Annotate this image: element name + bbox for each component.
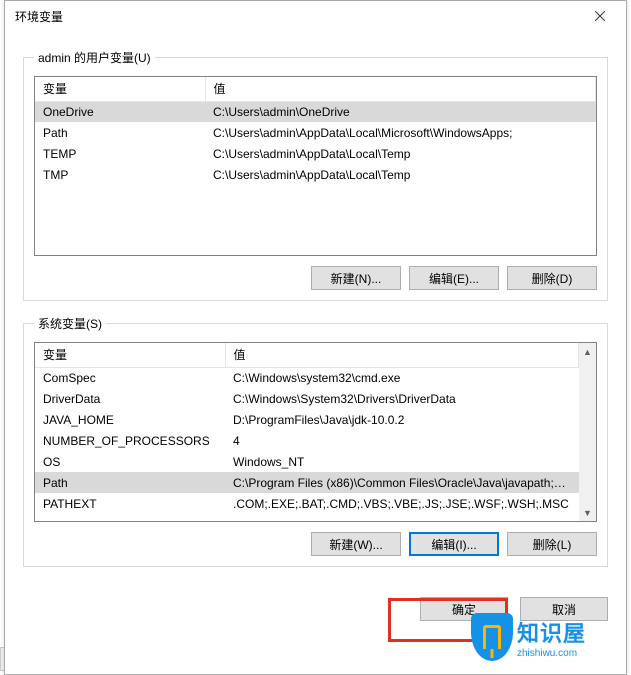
- table-row[interactable]: OneDrive C:\Users\admin\OneDrive: [35, 101, 596, 122]
- cancel-button[interactable]: 取消: [520, 597, 608, 621]
- var-name: TMP: [35, 164, 205, 185]
- var-value: C:\Users\admin\AppData\Local\Temp: [205, 164, 596, 185]
- sys-edit-button[interactable]: 编辑(I)...: [409, 532, 499, 556]
- user-vars-table-wrap: 变量 值 OneDrive C:\Users\admin\OneDrive Pa…: [34, 76, 597, 256]
- table-row[interactable]: TEMP C:\Users\admin\AppData\Local\Temp: [35, 143, 596, 164]
- scrollbar[interactable]: ▲ ▼: [579, 343, 596, 521]
- user-vars-legend: admin 的用户变量(U): [34, 49, 155, 66]
- user-vars-group: admin 的用户变量(U) 变量 值 OneDrive C:\Users\ad…: [23, 49, 608, 301]
- var-name: OS: [35, 451, 225, 472]
- var-value: .COM;.EXE;.BAT;.CMD;.VBS;.VBE;.JS;.JSE;.…: [225, 493, 579, 514]
- var-name: OneDrive: [35, 101, 205, 122]
- user-col-var[interactable]: 变量: [35, 77, 205, 101]
- var-name: DriverData: [35, 388, 225, 409]
- var-value: 4: [225, 430, 579, 451]
- table-row[interactable]: TMP C:\Users\admin\AppData\Local\Temp: [35, 164, 596, 185]
- var-value: C:\Users\admin\AppData\Local\Temp: [205, 143, 596, 164]
- user-vars-buttons: 新建(N)... 编辑(E)... 删除(D): [34, 266, 597, 290]
- system-vars-table[interactable]: 变量 值 ComSpec C:\Windows\system32\cmd.exe…: [35, 343, 579, 514]
- table-row[interactable]: NUMBER_OF_PROCESSORS 4: [35, 430, 579, 451]
- var-name: Path: [35, 472, 225, 493]
- user-delete-button[interactable]: 删除(D): [507, 266, 597, 290]
- table-row[interactable]: OS Windows_NT: [35, 451, 579, 472]
- table-row[interactable]: JAVA_HOME D:\ProgramFiles\Java\jdk-10.0.…: [35, 409, 579, 430]
- dialog-content: admin 的用户变量(U) 变量 值 OneDrive C:\Users\ad…: [5, 31, 626, 593]
- sys-col-var[interactable]: 变量: [35, 343, 225, 367]
- var-name: Path: [35, 122, 205, 143]
- titlebar: 环境变量: [5, 1, 626, 31]
- user-vars-table[interactable]: 变量 值 OneDrive C:\Users\admin\OneDrive Pa…: [35, 77, 596, 185]
- close-icon: [595, 11, 605, 21]
- var-value: C:\Program Files (x86)\Common Files\Orac…: [225, 472, 579, 493]
- env-vars-dialog: 环境变量 admin 的用户变量(U) 变量 值 OneDrive C:\Us: [4, 0, 627, 675]
- table-row[interactable]: DriverData C:\Windows\System32\Drivers\D…: [35, 388, 579, 409]
- table-row[interactable]: Path C:\Users\admin\AppData\Local\Micros…: [35, 122, 596, 143]
- scroll-down-icon[interactable]: ▼: [579, 504, 596, 521]
- window-title: 环境变量: [15, 8, 577, 25]
- var-value: Windows_NT: [225, 451, 579, 472]
- table-row[interactable]: PATHEXT .COM;.EXE;.BAT;.CMD;.VBS;.VBE;.J…: [35, 493, 579, 514]
- var-name: PATHEXT: [35, 493, 225, 514]
- var-name: TEMP: [35, 143, 205, 164]
- var-value: D:\ProgramFiles\Java\jdk-10.0.2: [225, 409, 579, 430]
- var-name: JAVA_HOME: [35, 409, 225, 430]
- user-col-val[interactable]: 值: [205, 77, 596, 101]
- var-value: C:\Users\admin\AppData\Local\Microsoft\W…: [205, 122, 596, 143]
- system-vars-group: 系统变量(S) ▲ ▼ 变量 值 ComSpec C: [23, 315, 608, 567]
- var-name: NUMBER_OF_PROCESSORS: [35, 430, 225, 451]
- dialog-button-row: 确定 取消: [5, 593, 626, 621]
- scroll-up-icon[interactable]: ▲: [579, 343, 596, 360]
- var-value: C:\Windows\System32\Drivers\DriverData: [225, 388, 579, 409]
- close-button[interactable]: [577, 2, 622, 30]
- system-vars-table-wrap: ▲ ▼ 变量 值 ComSpec C:\Windows\system32\cmd…: [34, 342, 597, 522]
- user-edit-button[interactable]: 编辑(E)...: [409, 266, 499, 290]
- sys-col-val[interactable]: 值: [225, 343, 579, 367]
- table-row[interactable]: Path C:\Program Files (x86)\Common Files…: [35, 472, 579, 493]
- system-vars-legend: 系统变量(S): [34, 315, 106, 332]
- sys-delete-button[interactable]: 删除(L): [507, 532, 597, 556]
- var-value: C:\Users\admin\OneDrive: [205, 101, 596, 122]
- system-vars-buttons: 新建(W)... 编辑(I)... 删除(L): [34, 532, 597, 556]
- var-value: C:\Windows\system32\cmd.exe: [225, 367, 579, 388]
- user-new-button[interactable]: 新建(N)...: [311, 266, 401, 290]
- var-name: ComSpec: [35, 367, 225, 388]
- table-row[interactable]: ComSpec C:\Windows\system32\cmd.exe: [35, 367, 579, 388]
- sys-new-button[interactable]: 新建(W)...: [311, 532, 401, 556]
- ok-button[interactable]: 确定: [420, 597, 508, 621]
